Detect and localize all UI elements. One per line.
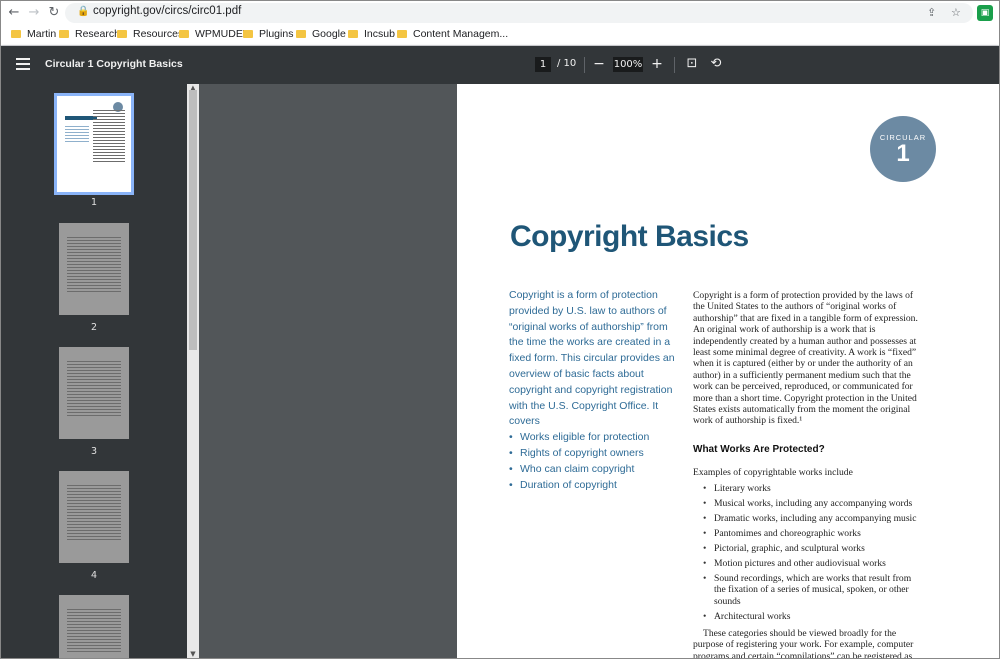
sidebar-scrollbar[interactable]: ▲ ▼: [187, 84, 199, 658]
list-item: Motion pictures and other audiovisual wo…: [693, 558, 923, 570]
intro-list: Works eligible for protection Rights of …: [509, 430, 679, 493]
bookmark-wpmudev[interactable]: WPMUDEV: [179, 28, 250, 42]
bookmark-google[interactable]: Google: [296, 28, 346, 42]
list-item: Architectural works: [693, 611, 923, 623]
toolbar-divider: [584, 57, 585, 73]
list-item: Dramatic works, including any accompanyi…: [693, 513, 923, 525]
browser-toolbar: ← → ↻ 🔒 copyright.gov/circs/circ01.pdf ⇪…: [1, 1, 999, 25]
share-icon[interactable]: ⇪: [927, 6, 936, 19]
thumbnail-text: [67, 361, 121, 418]
rotate-icon[interactable]: ⟲: [707, 55, 725, 73]
bookmark-content-management[interactable]: Content Managem...: [397, 28, 508, 42]
address-bar[interactable]: 🔒 copyright.gov/circs/circ01.pdf ⇪ ☆: [65, 3, 973, 23]
list-item: Rights of copyright owners: [509, 446, 679, 462]
thumbnail-label: 4: [90, 570, 98, 581]
toolbar-divider: [674, 57, 675, 73]
bookmark-incsub[interactable]: Incsub: [348, 28, 395, 42]
bookmark-plugins[interactable]: Plugins: [243, 28, 293, 42]
intro-sidebar: Copyright is a form of protection provid…: [509, 288, 679, 493]
page-thumbnail-5[interactable]: [59, 595, 129, 658]
thumbnail-text: [93, 110, 125, 164]
forward-icon[interactable]: →: [25, 4, 43, 22]
folder-icon: [117, 30, 127, 38]
folder-icon: [243, 30, 253, 38]
thumbnail-sidebar: 1 2 3 4: [1, 84, 199, 658]
back-icon[interactable]: ←: [5, 4, 23, 22]
list-item: Who can claim copyright: [509, 462, 679, 478]
folder-icon: [397, 30, 407, 38]
list-item: Duration of copyright: [509, 478, 679, 494]
folder-icon: [348, 30, 358, 38]
thumbnail-text: [67, 609, 121, 654]
star-icon[interactable]: ☆: [951, 6, 961, 19]
url-text[interactable]: copyright.gov/circs/circ01.pdf: [93, 5, 241, 17]
circular-badge: CIRCULAR 1: [870, 116, 936, 182]
folder-icon: [296, 30, 306, 38]
folder-icon: [179, 30, 189, 38]
list-item: Musical works, including any accompanyin…: [693, 498, 923, 510]
section-heading: What Works Are Protected?: [693, 443, 825, 455]
folder-icon: [59, 30, 69, 38]
thumbnail-text: [67, 485, 121, 542]
bookmark-martin[interactable]: Martin: [11, 28, 56, 42]
bookmark-research[interactable]: Research: [59, 28, 120, 42]
document-title: Circular 1 Copyright Basics: [45, 58, 183, 70]
page-thumbnail-2[interactable]: [59, 223, 129, 315]
page-thumbnail-3[interactable]: [59, 347, 129, 439]
badge-number: 1: [896, 140, 910, 167]
scrollbar-thumb[interactable]: [189, 90, 197, 350]
list-item: Pantomimes and choreographic works: [693, 528, 923, 540]
list-item: Works eligible for protection: [509, 430, 679, 446]
thumbnail-text: [67, 237, 121, 294]
extension-icon[interactable]: ▣: [977, 5, 993, 21]
page-total: / 10: [557, 58, 577, 69]
examples-intro: Examples of copyrightable works include: [693, 467, 853, 479]
browser-window: ← → ↻ 🔒 copyright.gov/circs/circ01.pdf ⇪…: [0, 0, 1000, 659]
page-thumbnail-4[interactable]: [59, 471, 129, 563]
bookmarks-bar: Martin Research Resources WPMUDEV Plugin…: [1, 25, 999, 46]
bookmark-resources[interactable]: Resources: [117, 28, 183, 42]
zoom-input[interactable]: 100%: [613, 57, 643, 72]
reload-icon[interactable]: ↻: [45, 4, 63, 22]
menu-icon[interactable]: [16, 58, 30, 70]
list-item: Pictorial, graphic, and sculptural works: [693, 543, 923, 555]
lock-icon: 🔒: [77, 6, 90, 17]
intro-text: Copyright is a form of protection provid…: [509, 289, 675, 428]
thumbnail-label: 1: [90, 197, 98, 208]
page-thumbnail-1[interactable]: [54, 93, 134, 195]
thumbnail-label: 3: [90, 446, 98, 457]
list-item: Literary works: [693, 483, 923, 495]
closing-paragraph: These categories should be viewed broadl…: [693, 627, 914, 658]
scroll-down-icon[interactable]: ▼: [187, 650, 199, 658]
pdf-page: CIRCULAR 1 Copyright Basics Copyright is…: [457, 84, 999, 658]
examples-list: Literary works Musical works, including …: [693, 483, 923, 623]
zoom-in-button[interactable]: +: [648, 55, 666, 73]
folder-icon: [11, 30, 21, 38]
body-column: Copyright is a form of protection provid…: [693, 290, 923, 658]
list-item: Sound recordings, which are works that r…: [693, 573, 923, 607]
page-title: Copyright Basics: [510, 220, 749, 253]
thumbnail-text: [65, 126, 89, 144]
fit-page-icon[interactable]: ⊡: [683, 55, 701, 73]
document-viewer[interactable]: CIRCULAR 1 Copyright Basics Copyright is…: [199, 84, 999, 658]
thumbnail-label: 2: [90, 322, 98, 333]
page-number-input[interactable]: 1: [535, 57, 551, 72]
zoom-out-button[interactable]: −: [590, 55, 608, 73]
body-paragraph: Copyright is a form of protection provid…: [693, 290, 918, 427]
pdf-toolbar: Circular 1 Copyright Basics 1 / 10 − 100…: [1, 46, 999, 84]
